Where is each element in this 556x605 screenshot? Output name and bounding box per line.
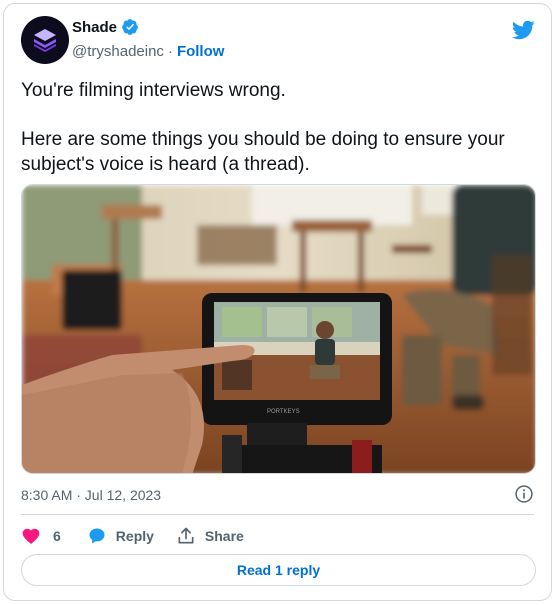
reply-label: Reply	[115, 528, 154, 544]
share-button[interactable]: Share	[176, 526, 244, 546]
twitter-bird-icon[interactable]	[511, 18, 535, 42]
like-count: 6	[53, 528, 61, 544]
monitor-brand-label: PORTKEYS	[267, 409, 300, 415]
shade-logo-icon	[34, 29, 56, 52]
author-name-row: Shade	[72, 18, 139, 36]
reply-button[interactable]: Reply	[87, 526, 154, 546]
tweet-text: You're filming interviews wrong. Here ar…	[21, 78, 541, 177]
handle-separator: ·	[167, 43, 173, 60]
author-handle-row: @tryshadeinc · Follow	[72, 43, 224, 60]
heart-icon	[22, 528, 40, 544]
share-label: Share	[204, 528, 244, 544]
speech-bubble-icon	[89, 528, 105, 544]
tweet-card: Shade @tryshadeinc · Follow You're filmi…	[3, 3, 552, 601]
divider	[21, 514, 534, 515]
like-button[interactable]: 6	[21, 526, 61, 546]
tweet-text-line-1: You're filming interviews wrong.	[21, 80, 286, 101]
interview-photo: PORTKEYS	[22, 185, 535, 473]
verified-badge-icon	[122, 19, 138, 35]
tweet-timestamp[interactable]: 8:30 AM · Jul 12, 2023	[21, 487, 161, 503]
share-upload-icon	[178, 527, 194, 544]
info-icon[interactable]	[514, 484, 534, 504]
tweet-actions: 6 Reply Share	[21, 522, 244, 550]
author-handle[interactable]: @tryshadeinc	[72, 43, 164, 60]
author-avatar[interactable]	[21, 16, 69, 64]
tweet-text-line-2: Here are some things you should be doing…	[21, 129, 505, 175]
follow-button[interactable]: Follow	[177, 43, 225, 60]
author-name[interactable]: Shade	[72, 19, 117, 36]
tweet-media-image[interactable]: PORTKEYS	[21, 184, 536, 474]
read-replies-button[interactable]: Read 1 reply	[21, 554, 536, 586]
